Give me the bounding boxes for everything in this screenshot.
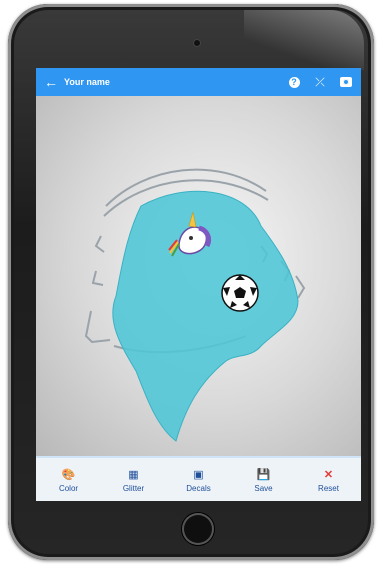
soccer-ball-icon xyxy=(221,274,259,312)
glitter-icon: ▦ xyxy=(128,469,139,481)
decals-button[interactable]: ▣ Decals xyxy=(174,468,224,493)
home-button[interactable] xyxy=(182,513,214,545)
camera-button[interactable] xyxy=(335,71,357,93)
glitter-button[interactable]: ▦ Glitter xyxy=(109,468,159,493)
app-screen: ← Your name ? ⤫ 🎨 Color ▦ Glitter ▣ Deca… xyxy=(36,68,361,501)
save-button[interactable]: 💾 Save xyxy=(239,468,289,493)
palette-icon: 🎨 xyxy=(61,469,76,481)
expand-arrows-icon: ⤫ xyxy=(315,74,325,89)
tablet-gloss xyxy=(244,10,364,70)
retainer-model xyxy=(84,168,306,442)
save-label: Save xyxy=(254,484,273,493)
expand-button[interactable]: ⤫ xyxy=(309,71,331,93)
page-title: Your name xyxy=(64,77,110,87)
save-icon: 💾 xyxy=(256,469,271,481)
back-arrow-icon[interactable]: ← xyxy=(40,74,62,90)
color-button[interactable]: 🎨 Color xyxy=(44,468,94,493)
help-button[interactable]: ? xyxy=(283,71,305,93)
bottom-toolbar: 🎨 Color ▦ Glitter ▣ Decals 💾 Save ✕ Rese… xyxy=(36,456,361,501)
retainer-3d-viewer[interactable] xyxy=(36,96,361,456)
app-bar: ← Your name ? ⤫ xyxy=(36,68,361,96)
front-camera xyxy=(194,40,200,46)
reset-label: Reset xyxy=(318,484,339,493)
color-label: Color xyxy=(58,484,79,493)
image-icon: ▣ xyxy=(193,469,204,481)
decals-label: Decals xyxy=(186,484,211,493)
reset-button[interactable]: ✕ Reset xyxy=(304,468,354,493)
glitter-label: Glitter xyxy=(122,484,145,493)
help-circle-icon: ? xyxy=(288,76,300,88)
camera-icon xyxy=(340,77,352,87)
close-icon: ✕ xyxy=(323,469,334,481)
